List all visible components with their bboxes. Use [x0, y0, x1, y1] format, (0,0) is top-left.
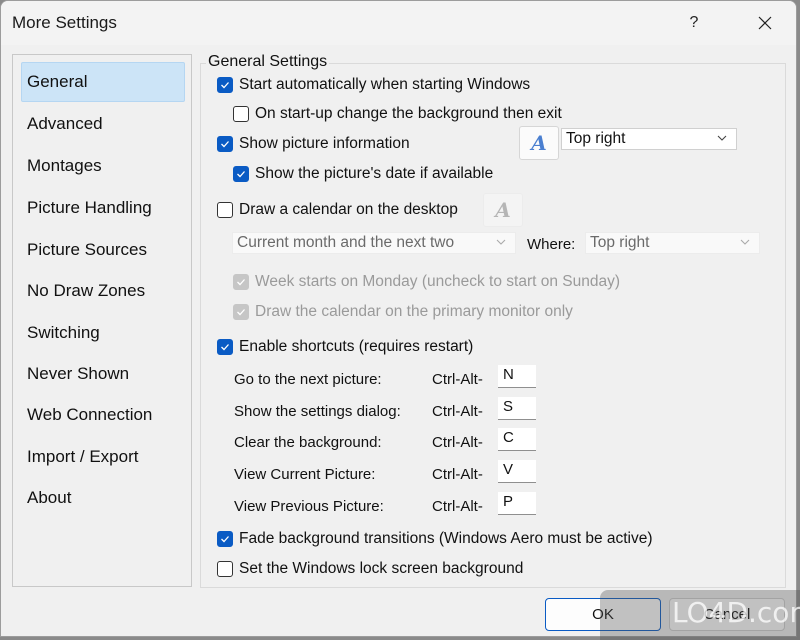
primary-monitor-checkbox[interactable]: Draw the calendar on the primary monitor… [233, 303, 573, 321]
shortcut-label: View Previous Picture: [234, 498, 384, 515]
shortcut-label: Go to the next picture: [234, 371, 382, 388]
nav-item-never-shown[interactable]: Never Shown [21, 354, 185, 394]
nav-item-label: No Draw Zones [27, 281, 146, 300]
shortcut-key-view-current[interactable]: V [498, 460, 536, 483]
nav-item-no-draw-zones[interactable]: No Draw Zones [21, 271, 185, 311]
shortcut-key-clear-background[interactable]: C [498, 428, 536, 451]
checkbox-unchecked-icon [233, 106, 249, 122]
shortcut-key-settings-dialog[interactable]: S [498, 397, 536, 420]
calendar-font-button[interactable]: A [483, 193, 523, 227]
where-label: Where: [527, 236, 576, 253]
checkbox-checked-icon [233, 274, 249, 290]
shortcut-label: Show the settings dialog: [234, 403, 401, 420]
nav-item-switching[interactable]: Switching [21, 313, 185, 353]
nav-item-picture-handling[interactable]: Picture Handling [21, 188, 185, 228]
shortcut-prefix: Ctrl-Alt- [432, 403, 483, 420]
checkbox-label: Show picture information [239, 135, 410, 152]
shortcut-prefix: Ctrl-Alt- [432, 434, 483, 451]
week-starts-monday-checkbox[interactable]: Week starts on Monday (uncheck to start … [233, 273, 620, 291]
checkbox-label: Start automatically when starting Window… [239, 76, 531, 93]
checkbox-label: Show the picture's date if available [255, 165, 494, 182]
nav-item-web-connection[interactable]: Web Connection [21, 395, 185, 435]
enable-shortcuts-checkbox[interactable]: Enable shortcuts (requires restart) [217, 338, 473, 356]
draw-calendar-checkbox[interactable]: Draw a calendar on the desktop [217, 201, 458, 219]
ok-button-label: OK [592, 606, 614, 623]
close-icon [758, 16, 772, 30]
chevron-down-icon [496, 239, 506, 245]
title-bar: More Settings ? [1, 1, 796, 45]
shortcut-label: View Current Picture: [234, 466, 376, 483]
font-style-icon: A [495, 198, 511, 222]
info-font-button[interactable]: A [519, 126, 559, 160]
font-style-icon: A [531, 131, 547, 155]
nav-item-label: Import / Export [27, 447, 139, 466]
checkbox-checked-icon [217, 136, 233, 152]
nav-item-label: Advanced [27, 114, 103, 133]
settings-category-list[interactable]: General Advanced Montages Picture Handli… [12, 54, 192, 587]
info-position-select[interactable]: Top right [561, 128, 737, 150]
ok-button[interactable]: OK [545, 598, 661, 631]
close-button[interactable] [742, 9, 788, 37]
help-icon: ? [689, 14, 699, 31]
group-title: General Settings [206, 53, 330, 71]
select-value: Top right [590, 234, 650, 251]
nav-item-about[interactable]: About [21, 478, 185, 518]
nav-item-label: Never Shown [27, 364, 130, 383]
startup-change-checkbox[interactable]: On start-up change the background then e… [233, 105, 562, 123]
more-settings-dialog: More Settings ? General Advanced Montage… [0, 0, 797, 637]
nav-item-import-export[interactable]: Import / Export [21, 437, 185, 477]
checkbox-label: Fade background transitions (Windows Aer… [239, 530, 653, 547]
checkbox-unchecked-icon [217, 202, 233, 218]
chevron-down-icon [740, 239, 750, 245]
calendar-position-select[interactable]: Top right [585, 232, 760, 254]
shortcut-prefix: Ctrl-Alt- [432, 371, 483, 388]
checkbox-checked-icon [217, 339, 233, 355]
shortcut-key-view-previous[interactable]: P [498, 492, 536, 515]
nav-item-label: Picture Handling [27, 198, 152, 217]
lock-screen-checkbox[interactable]: Set the Windows lock screen background [217, 560, 523, 578]
select-value: Current month and the next two [237, 234, 455, 251]
checkbox-label: Set the Windows lock screen background [239, 560, 524, 577]
checkbox-label: Enable shortcuts (requires restart) [239, 338, 474, 355]
nav-item-label: Picture Sources [27, 240, 147, 259]
checkbox-unchecked-icon [217, 561, 233, 577]
show-picture-info-checkbox[interactable]: Show picture information [217, 135, 410, 153]
nav-item-general[interactable]: General [21, 62, 185, 102]
shortcut-prefix: Ctrl-Alt- [432, 498, 483, 515]
fade-transitions-checkbox[interactable]: Fade background transitions (Windows Aer… [217, 530, 653, 548]
checkbox-label: Draw the calendar on the primary monitor… [255, 303, 573, 320]
checkbox-checked-icon [233, 166, 249, 182]
checkbox-label: Week starts on Monday (uncheck to start … [255, 273, 621, 290]
checkbox-checked-icon [217, 531, 233, 547]
shortcut-key-next-picture[interactable]: N [498, 365, 536, 388]
checkbox-checked-icon [217, 77, 233, 93]
chevron-down-icon [717, 135, 727, 141]
watermark-text: LO4D.com [672, 596, 800, 629]
shortcut-label: Clear the background: [234, 434, 382, 451]
checkbox-label: Draw a calendar on the desktop [239, 201, 458, 218]
help-button[interactable]: ? [671, 9, 717, 37]
checkbox-label: On start-up change the background then e… [255, 105, 562, 122]
select-value: Top right [566, 130, 626, 147]
nav-item-label: Montages [27, 156, 102, 175]
nav-item-label: Switching [27, 323, 100, 342]
checkbox-checked-icon [233, 304, 249, 320]
show-date-checkbox[interactable]: Show the picture's date if available [233, 165, 493, 183]
nav-item-montages[interactable]: Montages [21, 146, 185, 186]
nav-item-label: Web Connection [27, 405, 153, 424]
nav-item-label: General [27, 72, 88, 91]
nav-item-label: About [27, 488, 72, 507]
start-automatically-checkbox[interactable]: Start automatically when starting Window… [217, 76, 530, 94]
nav-item-advanced[interactable]: Advanced [21, 104, 185, 144]
calendar-range-select[interactable]: Current month and the next two [232, 232, 516, 254]
window-title: More Settings [12, 13, 117, 32]
shortcut-prefix: Ctrl-Alt- [432, 466, 483, 483]
nav-item-picture-sources[interactable]: Picture Sources [21, 230, 185, 270]
